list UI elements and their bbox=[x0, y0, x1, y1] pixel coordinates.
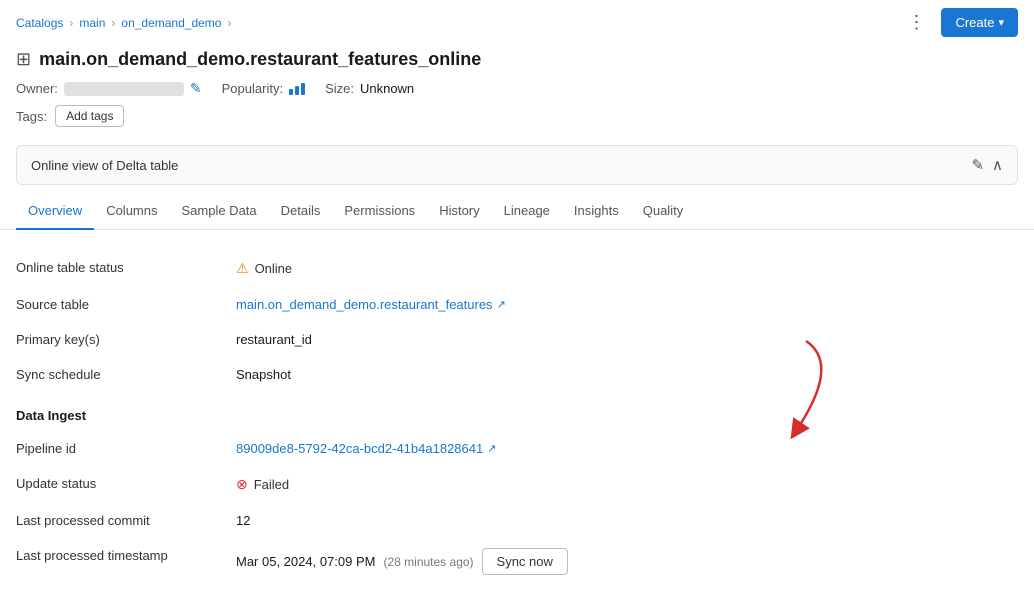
sync-now-button[interactable]: Sync now bbox=[482, 548, 568, 575]
online-status-value: ⚠ Online bbox=[236, 260, 1018, 277]
size-meta: Size: Unknown bbox=[325, 81, 414, 96]
popularity-label: Popularity: bbox=[222, 81, 283, 96]
pipeline-id-label: Pipeline id bbox=[16, 431, 236, 466]
top-right-actions: ⋮ Create ▾ bbox=[899, 8, 1018, 37]
source-table-row: Source table main.on_demand_demo.restaur… bbox=[16, 287, 1018, 322]
description-box: Online view of Delta table ✎ ∧ bbox=[16, 145, 1018, 185]
update-status-value: ⊗ Failed bbox=[236, 476, 1018, 493]
owner-label: Owner: bbox=[16, 81, 58, 96]
source-table-link[interactable]: main.on_demand_demo.restaurant_features bbox=[236, 297, 493, 312]
source-table-label: Source table bbox=[16, 287, 236, 322]
tab-details[interactable]: Details bbox=[269, 193, 333, 230]
owner-value-bar bbox=[64, 82, 184, 96]
online-status-label: Online table status bbox=[16, 250, 236, 287]
error-icon: ⊗ bbox=[236, 476, 248, 493]
breadcrumb-sep-3: › bbox=[227, 16, 231, 30]
tab-sample-data[interactable]: Sample Data bbox=[169, 193, 268, 230]
online-status-row: Online table status ⚠ Online bbox=[16, 250, 1018, 287]
collapse-description-icon[interactable]: ∧ bbox=[992, 156, 1003, 174]
owner-meta: Owner: ✎ bbox=[16, 80, 202, 97]
popularity-meta: Popularity: bbox=[222, 81, 305, 96]
breadcrumb-main[interactable]: main bbox=[79, 16, 105, 30]
description-actions: ✎ ∧ bbox=[971, 156, 1003, 174]
tabs-bar: Overview Columns Sample Data Details Per… bbox=[0, 193, 1034, 230]
overview-table: Online table status ⚠ Online Source tabl… bbox=[16, 250, 1018, 392]
page-header: ⊞ main.on_demand_demo.restaurant_feature… bbox=[0, 45, 1034, 145]
pipeline-id-value: 89009de8-5792-42ca-bcd2-41b4a1828641 ↗ bbox=[236, 441, 1018, 456]
top-bar: Catalogs › main › on_demand_demo › ⋮ Cre… bbox=[0, 0, 1034, 45]
primary-key-label: Primary key(s) bbox=[16, 322, 236, 357]
pipeline-id-link[interactable]: 89009de8-5792-42ca-bcd2-41b4a1828641 bbox=[236, 441, 483, 456]
data-ingest-table: Pipeline id 89009de8-5792-42ca-bcd2-41b4… bbox=[16, 431, 1018, 585]
bar-3 bbox=[301, 83, 305, 95]
tags-row: Tags: Add tags bbox=[16, 105, 1018, 127]
breadcrumb-on-demand-demo[interactable]: on_demand_demo bbox=[121, 16, 221, 30]
last-timestamp-row: Last processed timestamp Mar 05, 2024, 0… bbox=[16, 538, 1018, 585]
last-timestamp-label: Last processed timestamp bbox=[16, 538, 236, 585]
data-ingest-title: Data Ingest bbox=[16, 392, 1018, 431]
breadcrumb: Catalogs › main › on_demand_demo › bbox=[16, 16, 231, 30]
primary-key-row: Primary key(s) restaurant_id bbox=[16, 322, 1018, 357]
source-table-value: main.on_demand_demo.restaurant_features … bbox=[236, 297, 1018, 312]
update-status-row: Update status ⊗ Failed bbox=[16, 466, 1018, 503]
description-text: Online view of Delta table bbox=[31, 158, 178, 173]
breadcrumb-sep-2: › bbox=[111, 16, 115, 30]
pipeline-id-row: Pipeline id 89009de8-5792-42ca-bcd2-41b4… bbox=[16, 431, 1018, 466]
external-link-icon: ↗ bbox=[497, 298, 506, 311]
warning-icon: ⚠ bbox=[236, 260, 249, 277]
create-button[interactable]: Create ▾ bbox=[941, 8, 1018, 37]
pipeline-ext-link-icon: ↗ bbox=[487, 442, 496, 455]
last-commit-row: Last processed commit 12 bbox=[16, 503, 1018, 538]
breadcrumb-catalogs[interactable]: Catalogs bbox=[16, 16, 63, 30]
failed-text: Failed bbox=[254, 477, 289, 492]
tab-lineage[interactable]: Lineage bbox=[492, 193, 562, 230]
size-label: Size: bbox=[325, 81, 354, 96]
chevron-down-icon: ▾ bbox=[998, 16, 1004, 29]
tab-overview[interactable]: Overview bbox=[16, 193, 94, 230]
popularity-bars bbox=[289, 83, 305, 95]
size-value: Unknown bbox=[360, 81, 414, 96]
update-status-label: Update status bbox=[16, 466, 236, 503]
last-commit-label: Last processed commit bbox=[16, 503, 236, 538]
bar-1 bbox=[289, 89, 293, 95]
sync-schedule-value: Snapshot bbox=[236, 357, 1018, 392]
edit-owner-icon[interactable]: ✎ bbox=[190, 80, 202, 97]
breadcrumb-sep-1: › bbox=[69, 16, 73, 30]
time-ago-text: (28 minutes ago) bbox=[383, 555, 473, 569]
tab-insights[interactable]: Insights bbox=[562, 193, 631, 230]
last-timestamp-value: Mar 05, 2024, 07:09 PM (28 minutes ago) … bbox=[236, 548, 1018, 575]
edit-description-icon[interactable]: ✎ bbox=[971, 156, 984, 174]
create-label: Create bbox=[955, 15, 994, 30]
tags-label: Tags: bbox=[16, 109, 47, 124]
tab-quality[interactable]: Quality bbox=[631, 193, 695, 230]
sync-schedule-label: Sync schedule bbox=[16, 357, 236, 392]
last-commit-value: 12 bbox=[236, 503, 1018, 538]
meta-row: Owner: ✎ Popularity: Size: Unknown bbox=[16, 80, 1018, 97]
overview-content: Online table status ⚠ Online Source tabl… bbox=[0, 230, 1034, 605]
timestamp-text: Mar 05, 2024, 07:09 PM bbox=[236, 554, 375, 569]
tab-history[interactable]: History bbox=[427, 193, 491, 230]
title-row: ⊞ main.on_demand_demo.restaurant_feature… bbox=[16, 49, 1018, 70]
tab-columns[interactable]: Columns bbox=[94, 193, 169, 230]
bar-2 bbox=[295, 86, 299, 95]
primary-key-value: restaurant_id bbox=[236, 322, 1018, 357]
add-tags-button[interactable]: Add tags bbox=[55, 105, 124, 127]
table-icon: ⊞ bbox=[16, 49, 31, 70]
page-title: main.on_demand_demo.restaurant_features_… bbox=[39, 49, 481, 70]
online-status-text: Online bbox=[255, 261, 293, 276]
more-options-button[interactable]: ⋮ bbox=[899, 8, 933, 37]
tab-permissions[interactable]: Permissions bbox=[332, 193, 427, 230]
sync-schedule-row: Sync schedule Snapshot bbox=[16, 357, 1018, 392]
